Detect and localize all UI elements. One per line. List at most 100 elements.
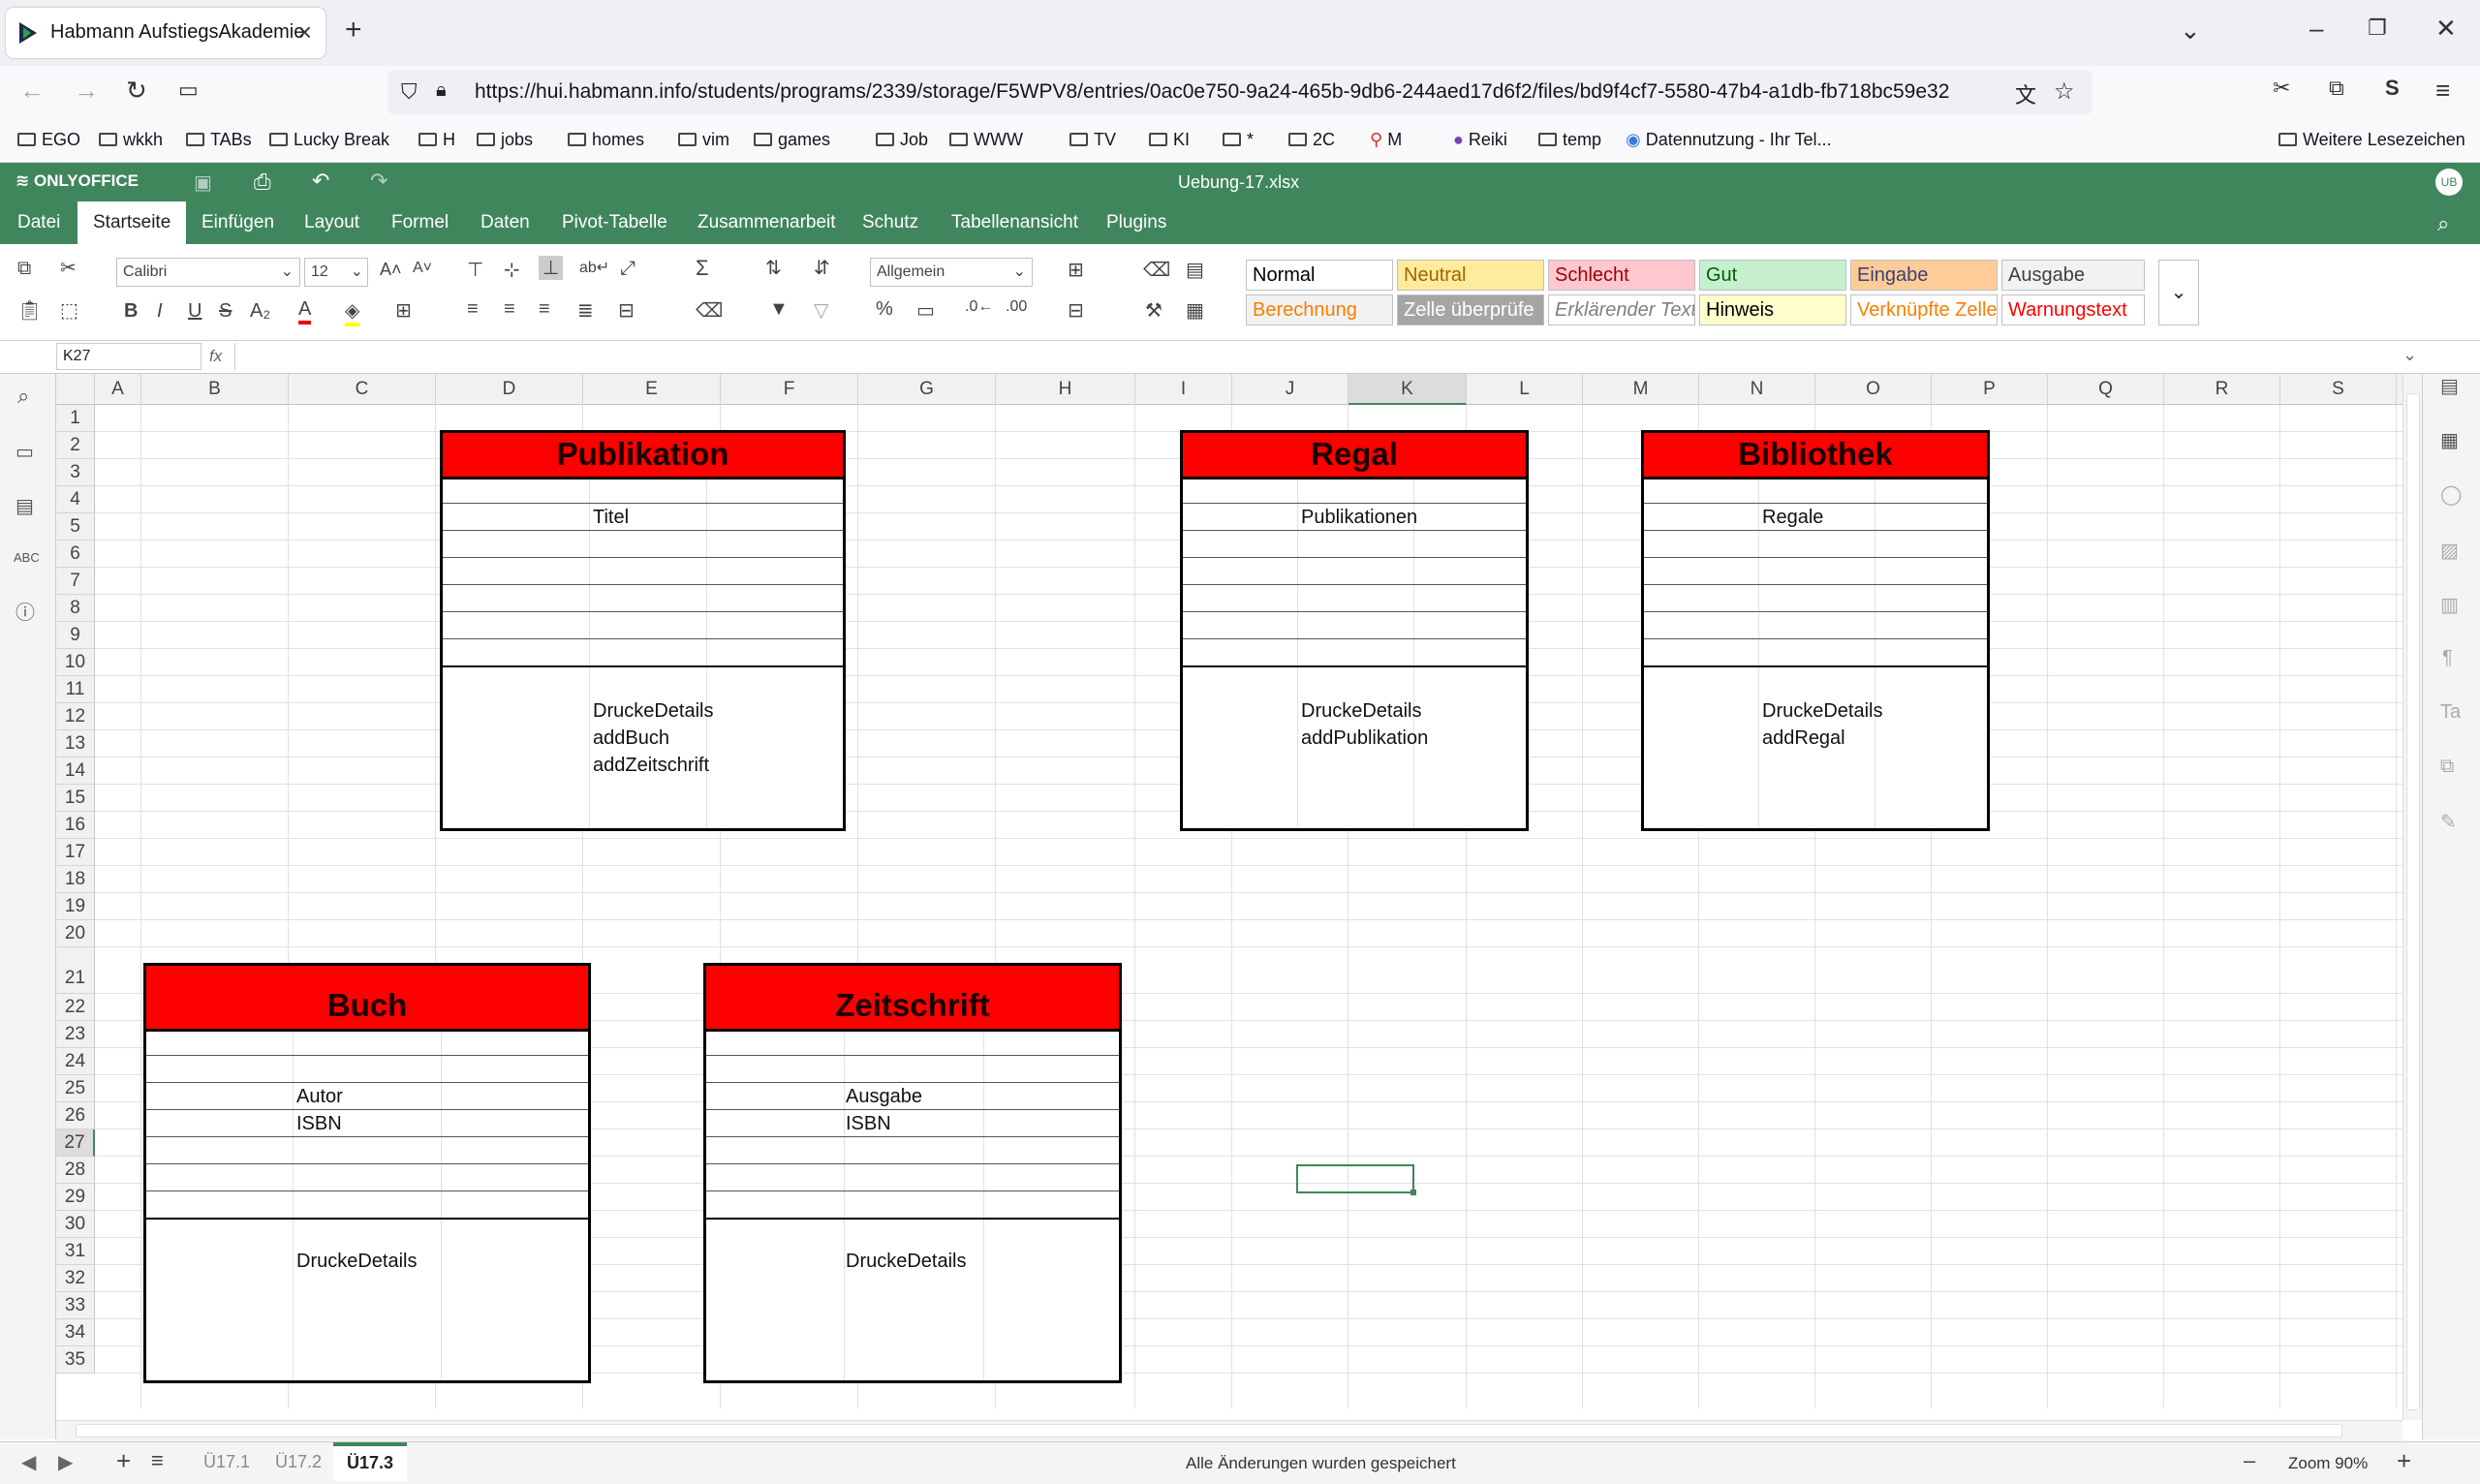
percent-icon[interactable]: % <box>876 298 893 321</box>
bookmark-folder[interactable]: games <box>754 130 830 150</box>
redo-icon[interactable]: ↷ <box>370 169 388 194</box>
uml-class-buch[interactable]: Buch Autor ISBN DruckeDetails <box>143 963 591 1383</box>
column-header[interactable]: N <box>1699 374 1815 405</box>
menu-einfuegen[interactable]: Einfügen <box>186 201 290 244</box>
close-tab-icon[interactable]: × <box>297 17 312 47</box>
bookmark-folder[interactable]: homes <box>568 130 644 150</box>
other-bookmarks[interactable]: Weitere Lesezeichen <box>2278 130 2465 150</box>
row-header[interactable]: 34 <box>56 1319 95 1346</box>
row-header[interactable]: 18 <box>56 866 95 893</box>
comments-icon[interactable]: ▭ <box>16 440 34 464</box>
menu-plugins[interactable]: Plugins <box>1091 201 1182 244</box>
delete-cells-icon[interactable]: ⊟ <box>1068 298 1084 323</box>
row-header[interactable]: 32 <box>56 1265 95 1292</box>
table-settings-icon[interactable]: ▦ <box>2440 428 2459 452</box>
row-header[interactable]: 23 <box>56 1021 95 1048</box>
select-all-icon[interactable]: ⬚ <box>60 298 78 323</box>
font-name-select[interactable]: Calibri ⌄ <box>116 258 300 287</box>
column-header[interactable]: S <box>2280 374 2397 405</box>
bookmark-folder[interactable]: KI <box>1149 130 1190 150</box>
row-header[interactable]: 7 <box>56 568 95 595</box>
account-icon[interactable]: S <box>2385 76 2400 101</box>
row-header[interactable]: 10 <box>56 649 95 676</box>
row-header[interactable]: 3 <box>56 459 95 486</box>
row-header[interactable]: 4 <box>56 486 95 513</box>
bookmark-maps[interactable]: ⚲ M <box>1370 130 1402 150</box>
row-header[interactable]: 17 <box>56 839 95 866</box>
formula-input[interactable] <box>234 343 2418 370</box>
bold-icon[interactable]: B <box>124 300 138 323</box>
forward-icon[interactable]: → <box>74 76 99 106</box>
style-verknuepfte-zelle[interactable]: Verknüpfte Zelle <box>1850 294 1998 325</box>
row-header[interactable]: 27 <box>56 1129 95 1157</box>
style-eingabe[interactable]: Eingabe <box>1850 260 1998 291</box>
column-header[interactable]: G <box>858 374 996 405</box>
column-header[interactable]: E <box>583 374 721 405</box>
user-avatar[interactable]: UB <box>2435 169 2463 196</box>
back-icon[interactable]: ← <box>19 76 45 106</box>
align-right-icon[interactable]: ≡ <box>539 298 550 321</box>
row-header[interactable]: 29 <box>56 1184 95 1211</box>
column-header[interactable]: M <box>1583 374 1699 405</box>
column-header[interactable]: F <box>721 374 858 405</box>
number-format-select[interactable]: Allgemein ⌄ <box>870 258 1033 287</box>
row-header[interactable]: 20 <box>56 920 95 947</box>
column-header[interactable]: K <box>1348 374 1467 405</box>
scroll-thumb[interactable] <box>2406 393 2420 1410</box>
active-cell[interactable] <box>1296 1164 1416 1195</box>
reload-icon[interactable]: ↻ <box>126 76 147 106</box>
info-icon[interactable]: ⓘ <box>16 597 35 625</box>
row-header[interactable]: 19 <box>56 893 95 920</box>
row-header[interactable]: 35 <box>56 1346 95 1374</box>
decrease-font-icon[interactable]: A˅ <box>413 260 432 277</box>
row-header[interactable]: 6 <box>56 541 95 568</box>
shape-settings-icon[interactable]: ◯ <box>2440 482 2462 507</box>
strikethrough-icon[interactable]: S <box>219 300 232 323</box>
column-header[interactable]: A <box>95 374 141 405</box>
justify-icon[interactable]: ≣ <box>577 298 594 323</box>
font-size-select[interactable]: 12 ⌄ <box>304 258 368 287</box>
row-header[interactable]: 12 <box>56 703 95 730</box>
column-header[interactable]: D <box>436 374 583 405</box>
image-settings-icon[interactable]: ▨ <box>2440 539 2459 563</box>
vertical-scrollbar[interactable] <box>2402 374 2422 1420</box>
paste-icon[interactable]: 📋︎ <box>17 298 42 323</box>
currency-icon[interactable]: ▭ <box>916 298 935 323</box>
copy-icon[interactable]: ⧉ <box>17 258 31 280</box>
textart-settings-icon[interactable]: Ta <box>2440 701 2461 724</box>
row-header[interactable]: 1 <box>56 405 95 432</box>
row-header[interactable]: 21 <box>56 947 95 994</box>
sheet-tab[interactable]: Ü17.2 <box>262 1442 335 1481</box>
increase-decimal-icon[interactable]: .00 <box>1006 298 1027 316</box>
remove-filter-icon[interactable]: ▽ <box>814 298 828 323</box>
bookmark-folder[interactable]: WWW <box>949 130 1023 150</box>
row-header[interactable]: 28 <box>56 1157 95 1184</box>
bookmark-folder[interactable]: Job <box>876 130 928 150</box>
borders-icon[interactable]: ⊞ <box>395 298 412 323</box>
menu-layout[interactable]: Layout <box>289 201 375 244</box>
underline-icon[interactable]: U <box>188 300 202 323</box>
increase-font-icon[interactable]: A˄ <box>380 260 402 280</box>
bookmark-folder[interactable]: 2C <box>1288 130 1335 150</box>
menu-startseite[interactable]: Startseite <box>78 201 187 244</box>
font-color-icon[interactable]: A <box>298 298 312 325</box>
sheet-tab-active[interactable]: Ü17.3 <box>333 1442 408 1481</box>
align-left-icon[interactable]: ≡ <box>467 298 479 321</box>
cut-icon[interactable]: ✂ <box>60 256 77 280</box>
bookmark-star-icon[interactable]: ☆ <box>2054 77 2075 106</box>
align-center-icon[interactable]: ≡ <box>504 298 515 321</box>
sort-ascending-icon[interactable]: ⇅ <box>765 256 782 280</box>
row-header[interactable]: 24 <box>56 1048 95 1075</box>
chart-settings-icon[interactable]: ▥ <box>2440 593 2459 617</box>
sort-descending-icon[interactable]: ⇵ <box>814 256 830 280</box>
translate-icon[interactable]: 文 <box>2015 78 2036 109</box>
format-as-table-icon[interactable]: ▦ <box>1186 298 1204 323</box>
name-box[interactable]: K27 <box>56 343 202 370</box>
scroll-right-icon[interactable]: ▶ <box>58 1450 73 1474</box>
fill-color-icon[interactable]: ◈ <box>345 298 360 326</box>
style-normal[interactable]: Normal <box>1246 260 1393 291</box>
zoom-out-icon[interactable]: – <box>2244 1448 2255 1473</box>
style-zelle-ueberpruefen[interactable]: Zelle überprüfe <box>1397 294 1544 325</box>
fill-handle[interactable] <box>1410 1190 1416 1195</box>
list-tabs-icon[interactable]: ⌄ <box>2180 15 2201 46</box>
